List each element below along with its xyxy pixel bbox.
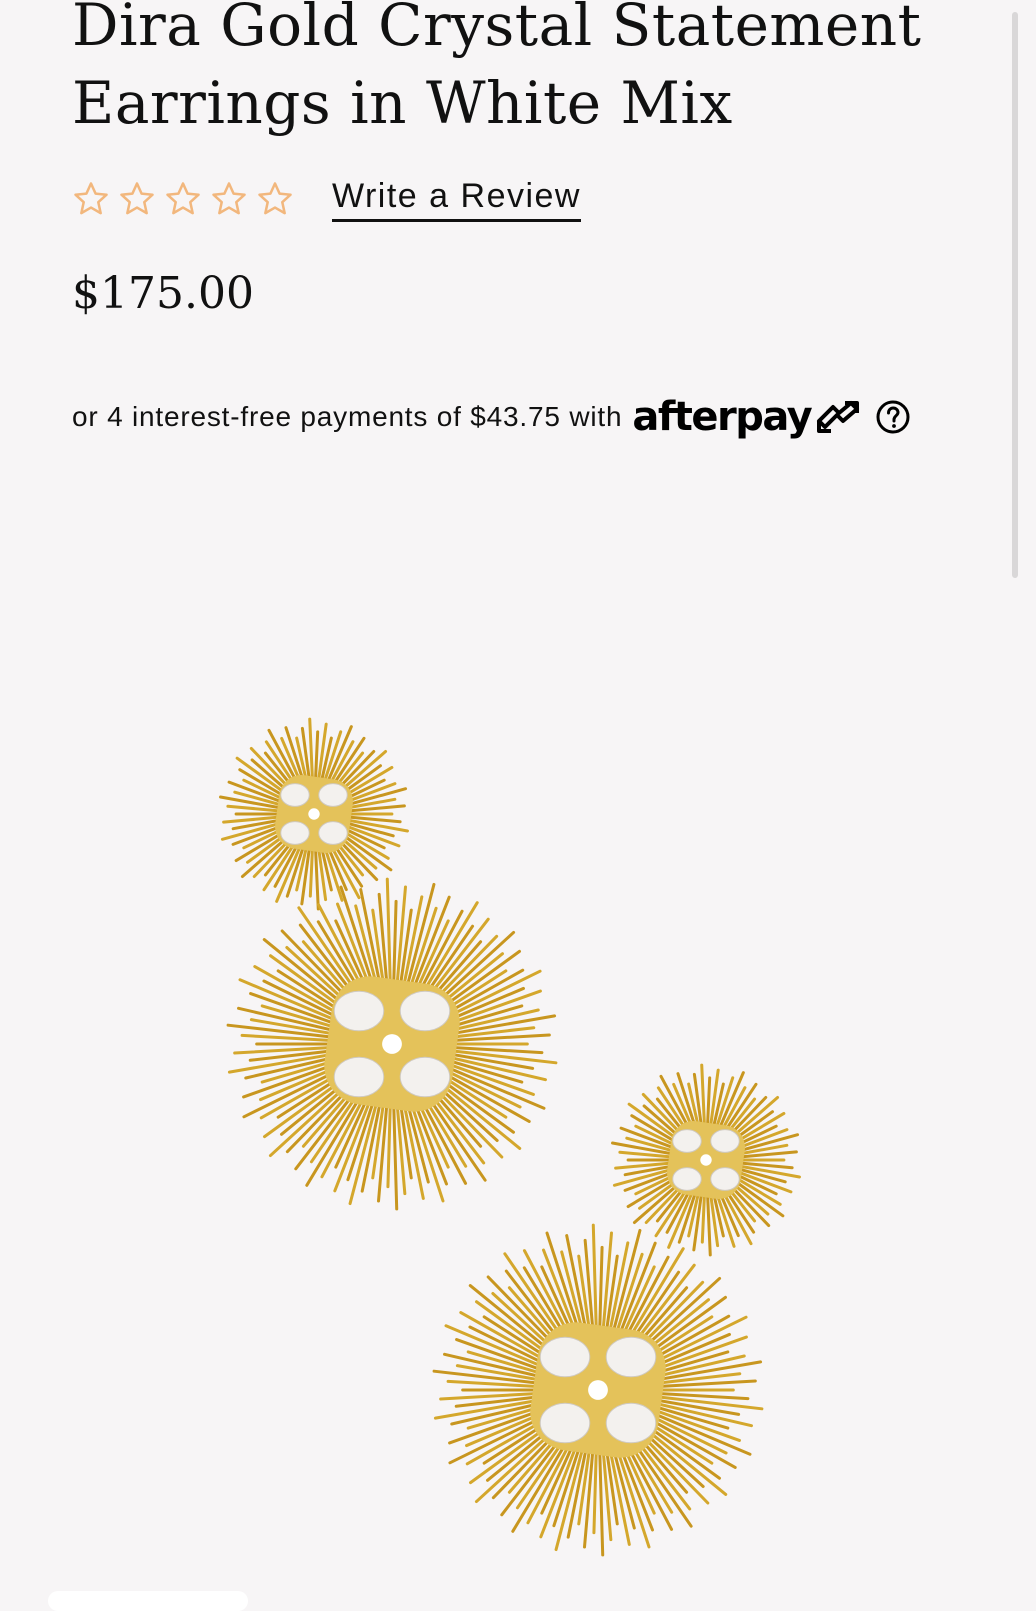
question-circle-icon[interactable] — [875, 399, 911, 435]
star-icon[interactable] — [72, 180, 110, 218]
earring-sunburst — [219, 717, 409, 911]
earring-sunburst — [226, 877, 558, 1211]
star-icon[interactable] — [256, 180, 294, 218]
product-image — [219, 717, 801, 1557]
product-price: $175.00 — [72, 268, 254, 319]
earring-sunburst — [611, 1063, 801, 1257]
star-icon[interactable] — [118, 180, 156, 218]
image-pagination-pill — [48, 1591, 248, 1611]
afterpay-arrows-icon — [817, 401, 860, 433]
star-rating[interactable] — [72, 180, 294, 218]
rating-row: Write a Review — [72, 172, 581, 226]
afterpay-message: or 4 interest-free payments of $43.75 wi… — [72, 392, 911, 442]
write-review-link[interactable]: Write a Review — [332, 177, 581, 222]
scrollbar[interactable] — [1012, 12, 1018, 578]
afterpay-logo: afterpay — [632, 394, 863, 440]
afterpay-wordmark: afterpay — [632, 394, 812, 440]
product-title: Dira Gold Crystal Statement Earrings in … — [72, 0, 922, 137]
star-icon[interactable] — [210, 180, 248, 218]
afterpay-installment-text: or 4 interest-free payments of $43.75 wi… — [72, 401, 623, 432]
earring-sunburst — [432, 1223, 764, 1557]
star-icon[interactable] — [164, 180, 202, 218]
